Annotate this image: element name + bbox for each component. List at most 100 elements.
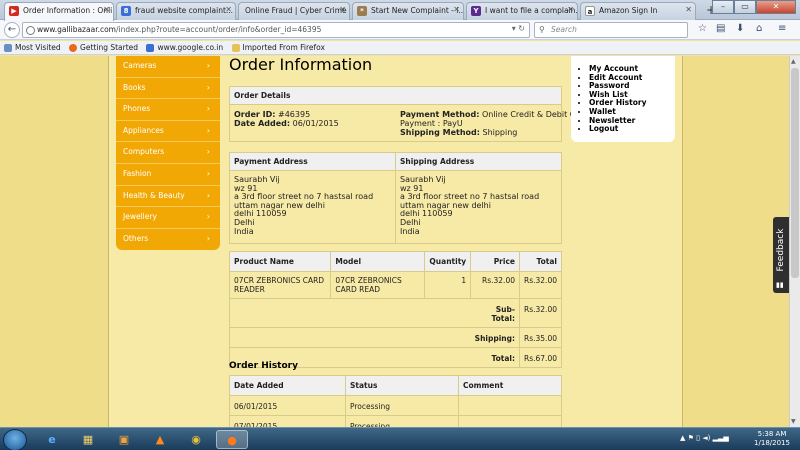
yahoo-icon: Y xyxy=(471,6,481,16)
clock-date: 1/18/2015 xyxy=(754,439,790,447)
window-close-icon[interactable]: ✕ xyxy=(756,0,796,14)
chevron-right-icon: › xyxy=(206,82,210,92)
category-appliances[interactable]: Appliances › xyxy=(116,121,220,143)
category-computers[interactable]: Computers › xyxy=(116,142,220,164)
shipping-label: Shipping: xyxy=(470,327,520,348)
payment-method-label: Payment Method: xyxy=(400,110,480,119)
close-tab-icon[interactable]: ✕ xyxy=(453,5,460,14)
close-tab-icon[interactable]: ✕ xyxy=(567,5,574,14)
history-status-cell: Processing xyxy=(345,415,459,427)
maximize-icon[interactable]: ▭ xyxy=(734,0,756,14)
browser-tab-start-new-complaint[interactable]: * Start New Complaint - i... ✕ xyxy=(352,2,464,20)
bookmark-most-visited[interactable]: Most Visited xyxy=(4,43,61,52)
category-cameras[interactable]: Cameras › xyxy=(116,56,220,78)
download-icon[interactable]: ⬇ xyxy=(736,23,744,34)
vlc-icon[interactable]: ▲ xyxy=(144,430,176,449)
chevron-right-icon: › xyxy=(206,104,210,114)
category-jewellery[interactable]: Jewellery › xyxy=(116,207,220,229)
category-others[interactable]: Others › xyxy=(116,229,220,251)
scrollbar-thumb[interactable] xyxy=(791,68,799,278)
account-link-logout[interactable]: Logout xyxy=(589,125,675,134)
price-cell: Rs.32.00 xyxy=(470,271,520,299)
taskbar-clock[interactable]: 5:38 AM 1/18/2015 xyxy=(752,430,792,448)
browser-tab-file-complaint[interactable]: Y I want to file a complain... ✕ xyxy=(466,2,578,20)
close-tab-icon[interactable]: ✕ xyxy=(339,5,346,14)
flag-icon[interactable]: ⚑ xyxy=(688,434,694,442)
date-added-value: 06/01/2015 xyxy=(292,119,339,128)
browser-nav-bar: ← www.gallibazaar.com/index.php?route=ac… xyxy=(0,20,800,40)
scroll-down-icon[interactable]: ▼ xyxy=(791,418,796,425)
category-fashion[interactable]: Fashion › xyxy=(116,164,220,186)
close-tab-icon[interactable]: ✕ xyxy=(685,5,692,14)
reload-icon[interactable]: ▾ ↻ xyxy=(512,24,525,33)
tab-label: Amazon Sign In xyxy=(599,6,658,15)
shipping-row: Shipping: Rs.35.00 xyxy=(228,327,562,348)
complaint-site-icon: * xyxy=(357,6,367,16)
bookmarks-bar: Most Visited Getting Started www.google.… xyxy=(0,41,800,55)
product-name-cell: 07CR ZEBRONICS CARD READER xyxy=(228,271,332,299)
network-icon[interactable]: ▂▃▅ xyxy=(713,434,729,442)
col-model: Model xyxy=(330,251,426,272)
firefox-icon xyxy=(69,44,78,52)
chevron-right-icon: › xyxy=(206,61,210,70)
show-hidden-icons-icon[interactable]: ▲ xyxy=(680,434,685,442)
file-explorer-icon[interactable]: ▦ xyxy=(72,430,104,449)
bookmarks-menu-icon[interactable]: ▤ xyxy=(716,23,725,34)
history-table-wrap: Date Added Status Comment 06/01/2015 Pro… xyxy=(229,375,562,427)
history-date-cell: 06/01/2015 xyxy=(229,395,346,416)
chevron-right-icon: › xyxy=(206,147,210,157)
chrome-icon[interactable]: ◉ xyxy=(180,430,212,449)
folder-icon xyxy=(231,44,240,52)
media-player-icon[interactable]: ▣ xyxy=(108,430,140,449)
page-title: Order Information xyxy=(229,56,373,74)
menu-icon[interactable]: ≡ xyxy=(778,23,786,34)
browser-tab-fraud-website[interactable]: 8 fraud website complaint... ✕ xyxy=(116,2,236,20)
products-table-wrap: Product Name Model Quantity Price Total … xyxy=(228,251,562,368)
tab-label: Order Information : Onli... xyxy=(23,6,114,15)
table-row: 07CR ZEBRONICS CARD READER 07CR ZEBRONIC… xyxy=(228,271,562,299)
bookmark-getting-started[interactable]: Getting Started xyxy=(69,43,138,52)
internet-explorer-icon[interactable]: e xyxy=(36,430,68,449)
category-phones[interactable]: Phones › xyxy=(116,99,220,121)
history-comment-cell xyxy=(458,395,562,416)
tab-label: Online Fraud | Cyber Crime I... xyxy=(245,6,350,15)
minimize-icon[interactable]: – xyxy=(712,0,734,14)
bookmark-imported-from-firefox[interactable]: Imported From Firefox xyxy=(231,43,325,52)
bookmark-google[interactable]: www.google.co.in xyxy=(146,43,223,52)
browser-tab-amazon-sign-in[interactable]: a Amazon Sign In ✕ xyxy=(580,2,696,20)
globe-icon xyxy=(26,26,35,35)
start-orb-icon[interactable] xyxy=(3,429,27,450)
category-books[interactable]: Books › xyxy=(116,78,220,100)
chevron-right-icon: › xyxy=(206,190,210,200)
payment-address-heading: Payment Address xyxy=(234,157,308,166)
col-price: Price xyxy=(470,251,520,272)
scroll-up-icon[interactable]: ▲ xyxy=(791,58,796,65)
search-input[interactable]: ⚲ Search xyxy=(534,22,688,38)
url-bar[interactable]: www.gallibazaar.com/index.php?route=acco… xyxy=(22,22,530,38)
total-label: Total: xyxy=(470,347,520,368)
bookmark-label: Getting Started xyxy=(80,43,139,52)
quantity-cell: 1 xyxy=(424,271,472,299)
power-icon[interactable]: ▯ xyxy=(696,434,700,442)
category-health-beauty[interactable]: Health & Beauty › xyxy=(116,186,220,208)
order-details-heading: Order Details xyxy=(230,87,561,105)
window-controls: – ▭ ✕ xyxy=(712,0,796,16)
page-scrollbar[interactable]: ▲ ▼ xyxy=(789,56,800,427)
category-label: Phones xyxy=(123,104,151,114)
bookmark-star-icon[interactable]: ☆ xyxy=(698,23,707,34)
browser-tab-online-fraud[interactable]: Online Fraud | Cyber Crime I... ✕ xyxy=(238,2,350,20)
close-tab-icon[interactable]: ✕ xyxy=(225,5,232,14)
home-icon[interactable]: ⌂ xyxy=(756,23,762,34)
feedback-tab[interactable]: Feedback ▮▮ xyxy=(773,217,789,293)
youtube-like-icon: ▶ xyxy=(9,6,19,16)
payment-address: Saurabh Vij wz 91 a 3rd floor street no … xyxy=(234,175,373,236)
payment-label: Payment : xyxy=(400,119,441,128)
firefox-icon[interactable]: ● xyxy=(216,430,248,449)
volume-icon[interactable]: ◄) xyxy=(702,434,710,442)
col-status: Status xyxy=(345,375,459,396)
close-tab-icon[interactable]: ✕ xyxy=(103,5,110,14)
browser-tab-order-information[interactable]: ▶ Order Information : Onli... ✕ xyxy=(4,2,114,21)
back-button[interactable]: ← xyxy=(4,22,20,38)
col-total: Total xyxy=(519,251,562,272)
table-row: 07/01/2015 Processing xyxy=(229,415,562,427)
